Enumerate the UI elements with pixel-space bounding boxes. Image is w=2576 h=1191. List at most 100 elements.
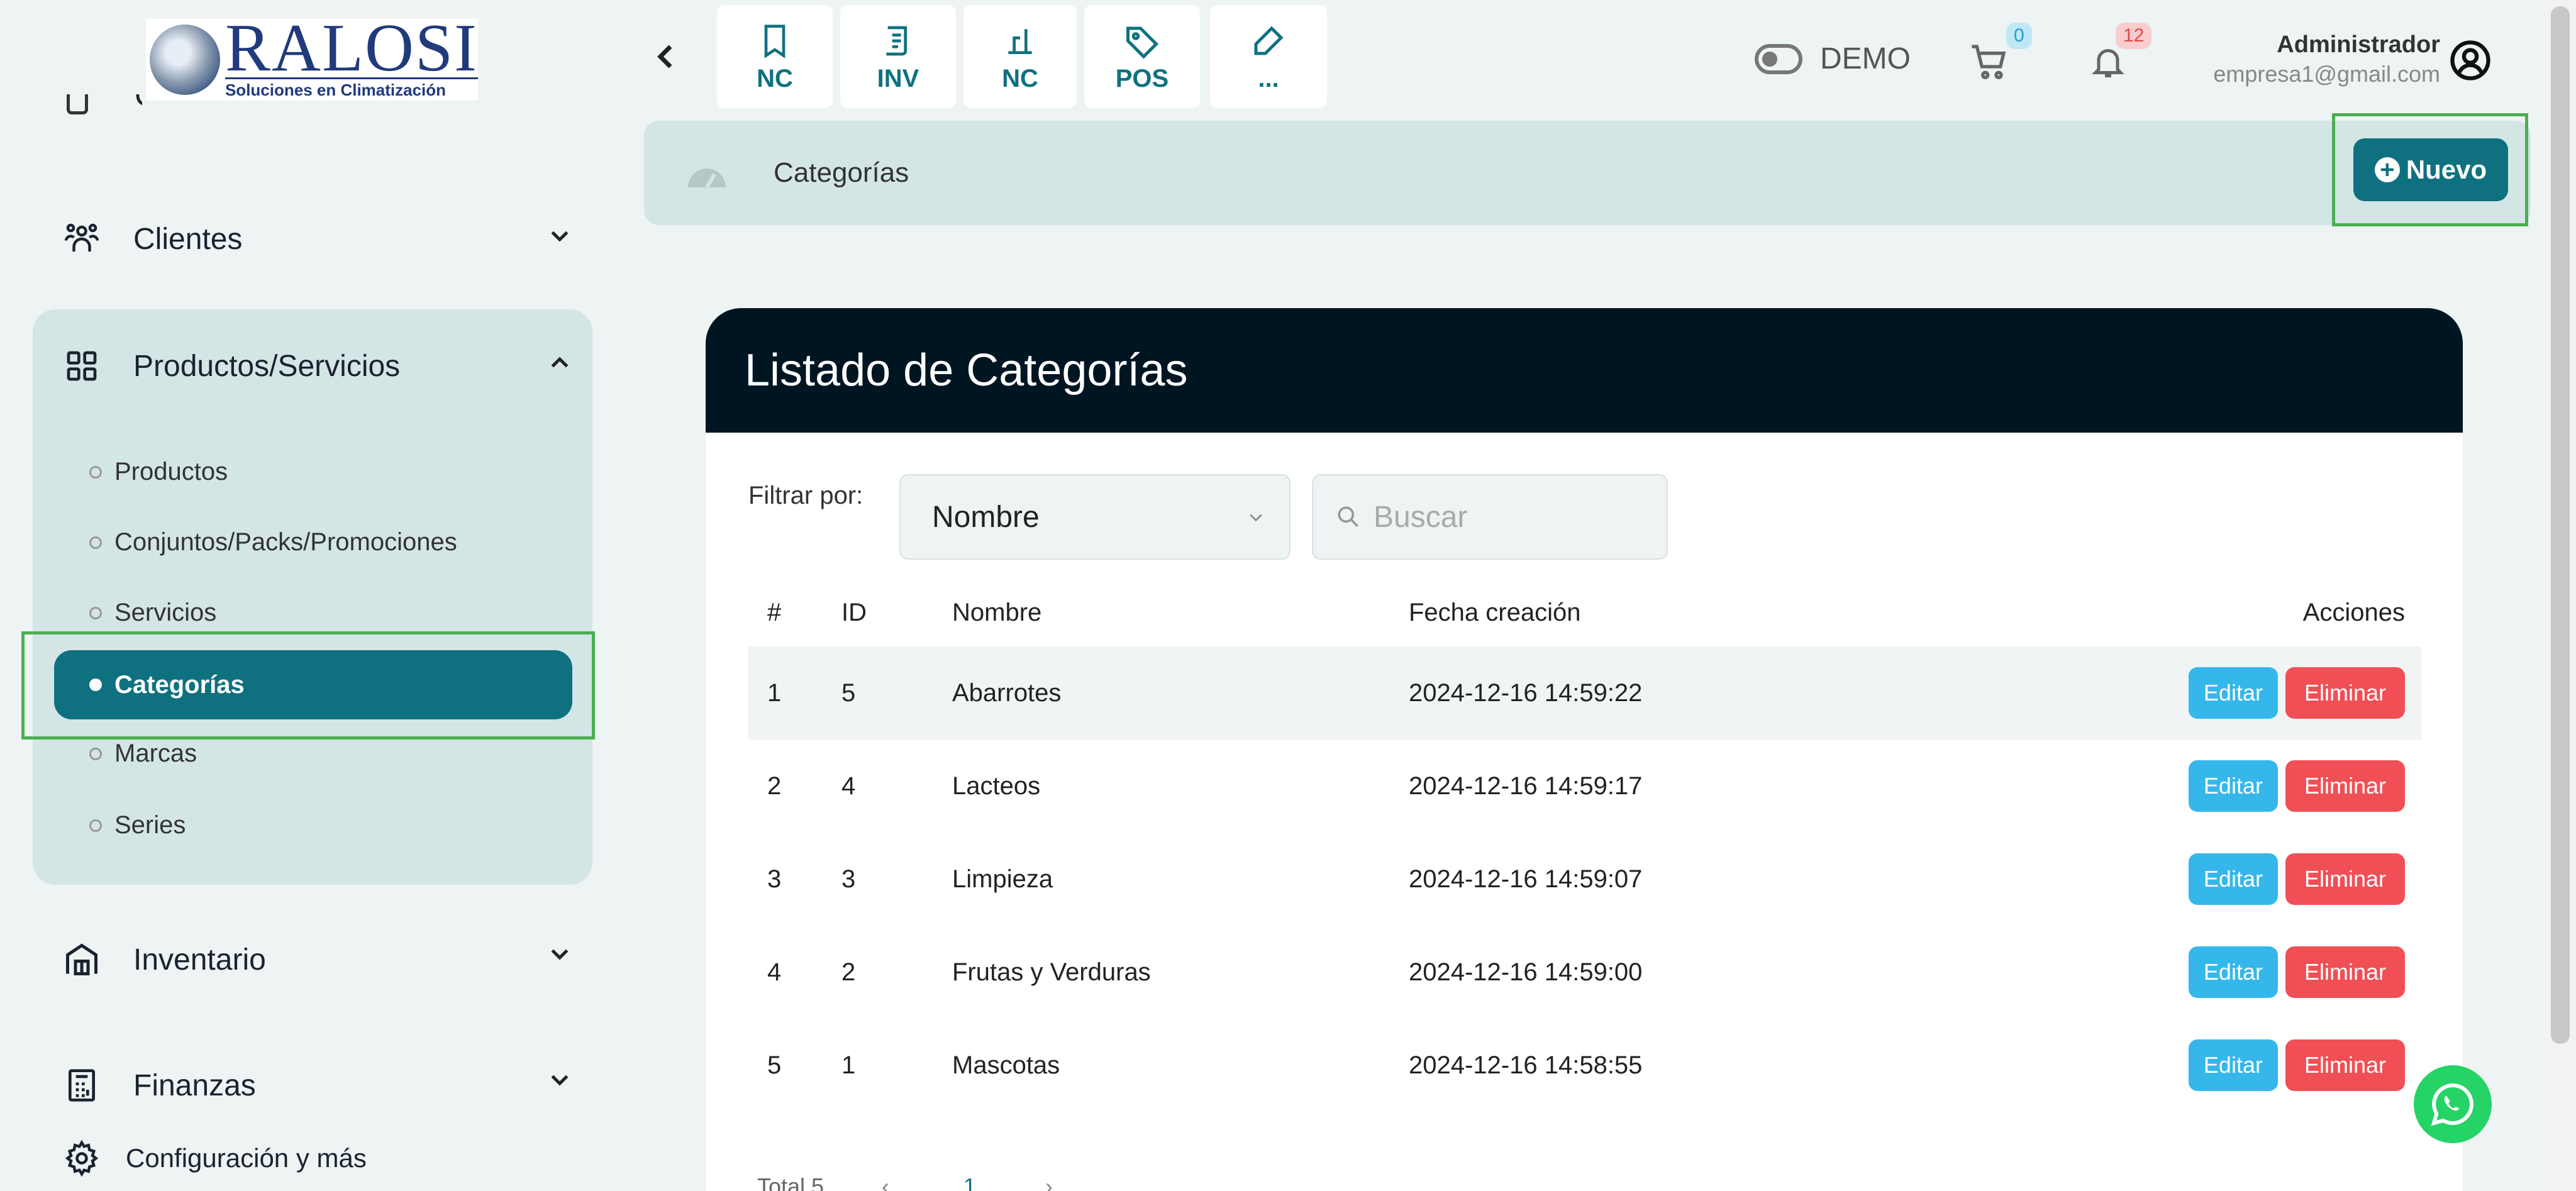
- cell-id: 4: [841, 772, 856, 800]
- user-info[interactable]: Administrador empresa1@gmail.com: [2213, 31, 2440, 87]
- demo-label: DEMO: [1820, 42, 1911, 75]
- col-header-nombre[interactable]: Nombre: [952, 579, 1409, 646]
- delete-button[interactable]: Eliminar: [2285, 1039, 2405, 1091]
- chevron-down-icon[interactable]: [547, 224, 572, 249]
- table-row: 2 4 Lacteos 2024-12-16 14:59:17 Editar El…: [748, 740, 2421, 833]
- whatsapp-icon: [2431, 1083, 2473, 1126]
- bookmark-doc-icon: [764, 24, 786, 58]
- users-icon: [63, 220, 101, 258]
- search-input[interactable]: [1374, 499, 1650, 535]
- cell-number: 5: [767, 1051, 782, 1079]
- scrollbar-thumb[interactable]: [2551, 6, 2570, 1044]
- quick-label: ...: [1258, 64, 1279, 92]
- cart-icon[interactable]: [1968, 42, 2009, 82]
- grid-icon: [63, 347, 101, 385]
- collapse-sidebar-icon[interactable]: [650, 39, 680, 74]
- cell-nombre: Lacteos: [952, 772, 1041, 800]
- search-icon: [1338, 506, 1358, 527]
- cell-acciones: Editar Eliminar: [1975, 740, 2421, 833]
- chevron-down-icon[interactable]: [547, 942, 572, 967]
- sidebar-item-label: Compras: [135, 94, 142, 113]
- col-header-fecha[interactable]: Fecha creación: [1409, 579, 1975, 646]
- warehouse-icon: [63, 941, 101, 978]
- delete-button[interactable]: Eliminar: [2285, 853, 2405, 905]
- brand-logo[interactable]: RALOSI Soluciones en Climatización: [146, 14, 478, 101]
- edit-button[interactable]: Editar: [2188, 946, 2278, 998]
- edit-button[interactable]: Editar: [2188, 853, 2278, 905]
- pagination-prev-icon[interactable]: ‹: [882, 1173, 889, 1191]
- col-header-number[interactable]: #: [748, 579, 841, 646]
- sidebar-item-finanzas[interactable]: Finanzas: [63, 1066, 256, 1104]
- pagination-page[interactable]: 1: [963, 1173, 976, 1191]
- quick-inv-button[interactable]: INV: [840, 5, 956, 108]
- subitem-label: Servicios: [114, 599, 217, 626]
- cell-acciones: Editar Eliminar: [1975, 926, 2421, 1019]
- quick-nc2-button[interactable]: NC: [963, 5, 1077, 108]
- highlight-box: [21, 631, 595, 740]
- sidebar-item-compras[interactable]: Compras: [67, 94, 142, 119]
- sidebar-subitem-servicios[interactable]: Servicios: [89, 599, 216, 627]
- brand-tagline: Soluciones en Climatización: [225, 77, 478, 100]
- quick-nc-button[interactable]: NC: [717, 5, 833, 108]
- cell-nombre: Limpieza: [952, 865, 1053, 893]
- cart-count-badge: 0: [2006, 23, 2032, 49]
- quick-label: INV: [877, 64, 919, 92]
- delete-button[interactable]: Eliminar: [2285, 946, 2405, 998]
- demo-toggle[interactable]: DEMO: [1755, 42, 1911, 76]
- sidebar-item-clientes[interactable]: Clientes: [63, 220, 242, 258]
- bullet-icon: [89, 819, 102, 832]
- filter-select[interactable]: Nombre: [899, 474, 1291, 560]
- cell-id: 1: [841, 1051, 856, 1079]
- breadcrumb: Categorías: [644, 121, 2531, 225]
- quick-more-button[interactable]: ...: [1210, 5, 1327, 108]
- edit-button[interactable]: Editar: [2188, 760, 2278, 812]
- delete-button[interactable]: Eliminar: [2285, 760, 2405, 812]
- edit-button[interactable]: Editar: [2188, 1039, 2278, 1091]
- cell-nombre: Frutas y Verduras: [952, 958, 1151, 986]
- cell-number: 4: [767, 958, 782, 986]
- subitem-label: Marcas: [114, 740, 197, 767]
- sidebar-item-inventario[interactable]: Inventario: [63, 941, 266, 978]
- quick-label: POS: [1115, 64, 1169, 92]
- chevron-down-icon[interactable]: [547, 1068, 572, 1093]
- notification-count-badge: 12: [2116, 23, 2152, 49]
- cell-id: 2: [841, 958, 856, 986]
- filter-select-value: Nombre: [932, 500, 1040, 534]
- cell-nombre: Abarrotes: [952, 646, 1409, 740]
- col-header-id[interactable]: ID: [841, 579, 952, 646]
- cell-acciones: Editar Eliminar: [1975, 646, 2421, 740]
- user-email: empresa1@gmail.com: [2213, 61, 2440, 87]
- sidebar-subitem-marcas[interactable]: Marcas: [89, 740, 197, 768]
- cell-fecha: 2024-12-16 14:59:07: [1409, 865, 1643, 893]
- user-avatar-icon[interactable]: [2446, 36, 2494, 84]
- sidebar-subitem-conjuntos[interactable]: Conjuntos/Packs/Promociones: [89, 528, 457, 557]
- cell-fecha: 2024-12-16 14:59:22: [1409, 646, 1975, 740]
- pagination-total: Total 5: [757, 1173, 824, 1191]
- table-row: 4 2 Frutas y Verduras 2024-12-16 14:59:0…: [748, 926, 2421, 1019]
- cell-number: 1: [748, 646, 841, 740]
- credit-note-icon: [1008, 28, 1032, 54]
- sidebar-subitem-series[interactable]: Series: [89, 811, 186, 839]
- cell-fecha: 2024-12-16 14:58:55: [1409, 1051, 1643, 1079]
- cell-acciones: Editar Eliminar: [1975, 1019, 2421, 1112]
- calculator-icon: [63, 1066, 101, 1104]
- edit-button[interactable]: Editar: [2188, 667, 2278, 719]
- quick-pos-button[interactable]: POS: [1084, 5, 1200, 108]
- page-scrollbar[interactable]: [2546, 0, 2576, 1191]
- delete-button[interactable]: Eliminar: [2285, 667, 2405, 719]
- tag-icon: [1126, 26, 1159, 59]
- gear-icon: [63, 1139, 101, 1177]
- chevron-up-icon[interactable]: [547, 350, 572, 375]
- categories-table: # ID Nombre Fecha creación Acciones 1 5 …: [748, 579, 2421, 1112]
- subitem-label: Productos: [114, 458, 228, 485]
- cell-id: 3: [841, 865, 856, 893]
- search-field[interactable]: [1312, 474, 1668, 560]
- bullet-icon: [89, 536, 102, 549]
- sidebar-item-label: Configuración y más: [126, 1143, 367, 1173]
- sidebar-item-configuracion[interactable]: Configuración y más: [63, 1139, 367, 1177]
- filter-label: Filtrar por:: [748, 482, 863, 509]
- pagination-next-icon[interactable]: ›: [1045, 1173, 1053, 1191]
- whatsapp-button[interactable]: [2414, 1065, 2492, 1143]
- sidebar-item-productos[interactable]: Productos/Servicios: [63, 347, 400, 385]
- sidebar-subitem-productos[interactable]: Productos: [89, 458, 228, 486]
